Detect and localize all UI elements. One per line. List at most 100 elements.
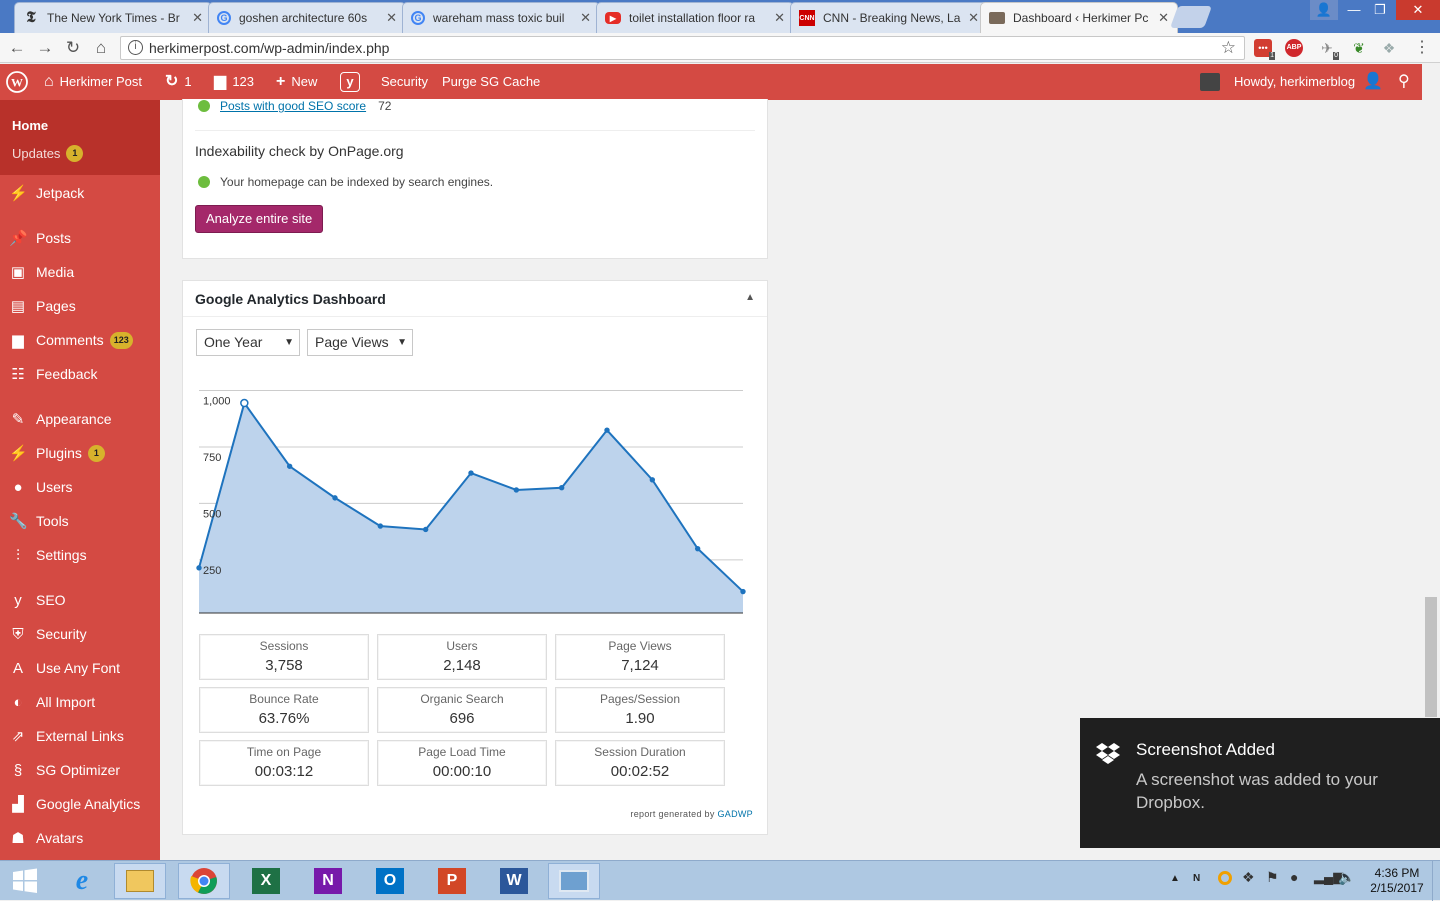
sidebar-item-sg-optimizer[interactable]: § SG Optimizer [0,753,160,787]
data-point[interactable] [649,477,656,483]
yoast-icon[interactable]: y [340,64,360,100]
reload-icon[interactable]: ↻ [62,37,84,59]
onenote-icon[interactable]: N [302,863,354,899]
info-icon[interactable]: i [128,40,143,55]
search-icon[interactable]: ⚲ [1398,64,1410,100]
home-icon[interactable]: ⌂ [90,37,112,59]
sidebar-item-appearance[interactable]: ✎ Appearance [0,402,160,436]
updates-link[interactable]: ↻ 1 [165,64,192,100]
extension-lastpass-icon[interactable]: ••• 1 [1254,39,1275,60]
data-point[interactable] [196,565,202,571]
close-tab-icon[interactable]: ✕ [386,10,397,26]
close-tab-icon[interactable]: ✕ [1158,10,1169,26]
sidebar-item-posts[interactable]: 📌 Posts [0,221,160,255]
dropbox-extension-icon[interactable]: ❖ [1380,39,1398,57]
address-bar[interactable]: i herkimerpost.com/wp-admin/index.php ☆ [120,36,1245,60]
sidebar-item-settings[interactable]: ⫶ Settings [0,538,160,572]
show-desktop-button[interactable] [1432,861,1440,901]
purge-cache-link[interactable]: Purge SG Cache [442,64,540,100]
dropbox-tray-icon[interactable]: ❖ [1242,869,1255,886]
data-point[interactable] [468,470,474,476]
extension-icon[interactable]: ✈ 0 [1318,39,1339,60]
sidebar-item-use-any-font[interactable]: A Use Any Font [0,651,160,685]
excel-icon[interactable]: X [240,863,292,899]
tray-app-icon[interactable] [1218,871,1232,885]
close-window-icon[interactable]: ✕ [1396,0,1440,20]
metric-select[interactable]: Page Views ▼ [307,329,413,356]
browser-tab[interactable]: G goshen architecture 60s ✕ [208,2,406,33]
security-link[interactable]: Security [381,64,428,100]
gadwp-link[interactable]: GADWP [717,809,753,819]
internet-explorer-icon[interactable]: e [56,863,108,899]
data-point[interactable] [422,526,429,533]
period-select[interactable]: One Year ▼ [196,329,300,356]
menu-icon[interactable]: ⋮ [1413,39,1431,57]
back-icon[interactable]: ← [6,37,28,59]
data-point[interactable] [377,523,384,529]
comments-link[interactable]: ▆ 123 [214,64,254,100]
browser-tab[interactable]: 𝕿 The New York Times - Br ✕ [14,2,212,33]
profile-icon[interactable]: 👤 [1310,0,1338,20]
chrome-icon[interactable] [178,863,230,899]
data-point[interactable] [240,398,249,408]
windows-start-icon[interactable] [0,863,50,899]
sidebar-item-security[interactable]: ⛨ Security [0,617,160,651]
new-tab-button[interactable] [1169,6,1213,28]
close-tab-icon[interactable]: ✕ [580,10,591,26]
data-point[interactable] [332,495,338,501]
tray-icon[interactable]: ● [1290,869,1298,885]
sidebar-item-google-analytics[interactable]: ▟ Google Analytics [0,787,160,821]
powerpoint-icon[interactable]: P [426,863,478,899]
browser-tab[interactable]: ▶ toilet installation floor ra ✕ [596,2,794,33]
file-explorer-icon[interactable] [114,863,166,899]
language-icon[interactable]: N [1193,873,1200,884]
browser-tab[interactable]: G wareham mass toxic buil ✕ [402,2,600,33]
data-point[interactable] [694,545,701,552]
show-hidden-icons[interactable]: ▲ [1170,873,1180,884]
outlook-icon[interactable]: O [364,863,416,899]
minimize-icon[interactable]: — [1340,0,1368,20]
sidebar-item-comments[interactable]: ▆ Comments 123 [0,323,160,357]
volume-icon[interactable]: 🔈 [1338,869,1355,886]
sidebar-item-avatars[interactable]: ☗ Avatars [0,821,160,855]
site-name-link[interactable]: ⌂ Herkimer Post [44,64,142,100]
data-point[interactable] [513,487,520,493]
scrollbar-thumb[interactable] [1425,597,1437,717]
close-tab-icon[interactable]: ✕ [968,10,979,26]
sidebar-item-jetpack[interactable]: ⚡ Jetpack [0,176,160,210]
close-tab-icon[interactable]: ✕ [192,10,203,26]
sidebar-item-feedback[interactable]: ☷ Feedback [0,357,160,391]
new-content-link[interactable]: + New [276,64,317,100]
photo-viewer-icon[interactable] [548,863,600,899]
sidebar-item-external-links[interactable]: ⇗ External Links [0,719,160,753]
my-account-link[interactable]: Howdy, herkimerblog 👤 [1234,64,1383,100]
close-tab-icon[interactable]: ✕ [774,10,785,26]
sidebar-item-all-import[interactable]: ◐ All Import [0,685,160,719]
sidebar-item-pages[interactable]: ▤ Pages [0,289,160,323]
sidebar-item-users[interactable]: ● Users [0,470,160,504]
flag-icon[interactable]: ⚑ [1266,869,1279,886]
evernote-icon[interactable]: ❦ [1350,39,1368,57]
data-point[interactable] [558,485,565,491]
clock[interactable]: 4:36 PM 2/15/2017 [1366,866,1428,896]
browser-tab[interactable]: CNN CNN - Breaking News, La ✕ [790,2,988,33]
browser-tab-active[interactable]: Dashboard ‹ Herkimer Pc ✕ [980,2,1178,33]
data-point[interactable] [604,427,610,433]
sidebar-item-updates[interactable]: Updates 1 [0,145,160,162]
notification-icon[interactable] [1200,64,1220,100]
sidebar-item-seo[interactable]: y SEO [0,583,160,617]
wordpress-logo-icon[interactable]: W [6,64,28,100]
data-point[interactable] [286,463,293,469]
word-icon[interactable]: W [488,863,540,899]
sidebar-item-plugins[interactable]: ⚡ Plugins 1 [0,436,160,470]
sidebar-item-tools[interactable]: 🔧 Tools [0,504,160,538]
adblock-icon[interactable]: ABP [1285,39,1303,57]
dropbox-notification[interactable]: Screenshot Added A screenshot was added … [1080,718,1440,848]
sidebar-item-home[interactable]: Home [0,118,160,134]
analyze-site-button[interactable]: Analyze entire site [195,205,324,233]
sidebar-item-media[interactable]: ▣ Media [0,255,160,289]
bookmark-star-icon[interactable]: ☆ [1221,37,1236,59]
good-seo-posts-link[interactable]: Posts with good SEO score [220,99,366,113]
collapse-arrow-icon[interactable]: ▲ [745,292,755,303]
restore-icon[interactable]: ❐ [1366,0,1394,20]
